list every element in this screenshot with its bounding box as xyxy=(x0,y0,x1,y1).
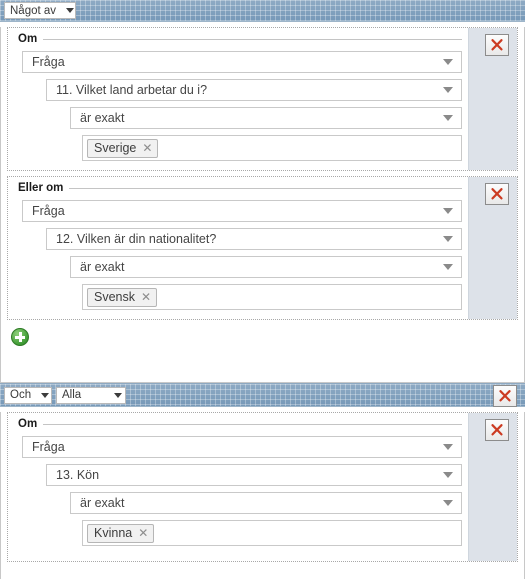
condition-group-om-1: Om Fråga 11. Vilket land arbetar du i? ä… xyxy=(7,27,518,171)
row-value-3: Kvinna ✕ xyxy=(82,520,462,546)
fieldset-legend-text: Om xyxy=(18,418,38,430)
value-input-3[interactable]: Kvinna ✕ xyxy=(82,520,462,546)
match-type-select-2-label: Alla xyxy=(62,389,82,401)
red-x-icon xyxy=(491,39,503,51)
value-chip-2[interactable]: Svensk ✕ xyxy=(87,287,158,307)
match-type-select-1-label: Något av xyxy=(10,4,57,17)
add-condition-row xyxy=(1,320,524,346)
row-operator-3: är exakt xyxy=(70,492,462,514)
caret-down-icon xyxy=(443,472,453,478)
row-operator-2: är exakt xyxy=(70,256,462,278)
remove-condition-button-3[interactable] xyxy=(485,419,509,441)
value-chip-2-label: Svensk xyxy=(94,289,135,304)
row-question-1: 11. Vilket land arbetar du i? xyxy=(46,79,462,101)
operator-select-3[interactable]: är exakt xyxy=(70,492,462,514)
question-type-select-1-label: Fråga xyxy=(32,55,65,69)
remove-condition-button-1[interactable] xyxy=(485,34,509,56)
value-chip-1-label: Sverige xyxy=(94,140,137,155)
question-type-select-2-label: Fråga xyxy=(32,204,65,218)
panel-2-header: Och Alla xyxy=(0,383,525,407)
chevron-down-icon xyxy=(114,392,122,398)
caret-down-icon xyxy=(443,208,453,214)
logic-operator-select-2[interactable]: Och xyxy=(4,386,52,404)
question-select-2-label: 12. Vilken är din nationalitet? xyxy=(56,232,217,246)
operator-select-1-label: är exakt xyxy=(80,111,125,125)
red-x-icon xyxy=(499,390,511,402)
fieldset-legend-text: Om xyxy=(18,33,38,45)
panel-2-body: Om Fråga 13. Kön är exakt Kvinna ✕ xyxy=(0,412,525,579)
value-input-1[interactable]: Sverige ✕ xyxy=(82,135,462,161)
condition-group-eller-om-1-main: Eller om Fråga 12. Vilken är din nationa… xyxy=(8,177,468,319)
fieldset-legend-text: Eller om xyxy=(18,182,64,194)
add-condition-button[interactable] xyxy=(11,328,29,346)
fieldset-legend-om-1: Om xyxy=(18,28,462,45)
operator-select-2-label: är exakt xyxy=(80,260,125,274)
value-chip-3-label: Kvinna xyxy=(94,525,133,540)
fieldset-eller-om-1: Eller om Fråga 12. Vilken är din nationa… xyxy=(18,177,462,310)
question-select-3[interactable]: 13. Kön xyxy=(46,464,462,486)
operator-select-2[interactable]: är exakt xyxy=(70,256,462,278)
condition-group-om-1-main: Om Fråga 11. Vilket land arbetar du i? ä… xyxy=(8,28,468,170)
row-question-3: 13. Kön xyxy=(46,464,462,486)
question-select-1-label: 11. Vilket land arbetar du i? xyxy=(56,83,208,97)
panel-1-header: Något av xyxy=(0,0,525,22)
caret-down-icon xyxy=(443,115,453,121)
operator-select-1[interactable]: är exakt xyxy=(70,107,462,129)
close-x-icon[interactable]: ✕ xyxy=(142,142,152,154)
fieldset-legend-eller-om-1: Eller om xyxy=(18,177,462,194)
caret-down-icon xyxy=(443,87,453,93)
operator-select-3-label: är exakt xyxy=(80,496,125,510)
row-question-type-1: Fråga xyxy=(22,51,462,73)
red-x-icon xyxy=(491,424,503,436)
green-plus-icon xyxy=(15,332,25,342)
condition-group-om-1-rail xyxy=(468,28,517,170)
match-type-select-1[interactable]: Något av xyxy=(4,2,76,19)
caret-down-icon xyxy=(443,236,453,242)
question-select-3-label: 13. Kön xyxy=(56,468,100,482)
value-chip-3[interactable]: Kvinna ✕ xyxy=(87,523,155,543)
legend-rule xyxy=(43,38,462,40)
logic-operator-select-2-label: Och xyxy=(10,389,32,401)
legend-rule xyxy=(43,423,462,425)
value-chip-1[interactable]: Sverige ✕ xyxy=(87,138,159,158)
condition-group-eller-om-1: Eller om Fråga 12. Vilken är din nationa… xyxy=(7,176,518,320)
row-question-2: 12. Vilken är din nationalitet? xyxy=(46,228,462,250)
question-select-1[interactable]: 11. Vilket land arbetar du i? xyxy=(46,79,462,101)
question-type-select-2[interactable]: Fråga xyxy=(22,200,462,222)
condition-group-om-2-rail xyxy=(468,413,517,561)
close-x-icon[interactable]: ✕ xyxy=(141,291,151,303)
close-x-icon[interactable]: ✕ xyxy=(138,527,148,539)
caret-down-icon xyxy=(443,500,453,506)
value-input-2[interactable]: Svensk ✕ xyxy=(82,284,462,310)
legend-rule xyxy=(69,187,462,189)
caret-down-icon xyxy=(443,264,453,270)
fieldset-om-2: Om Fråga 13. Kön är exakt Kvinna ✕ xyxy=(18,413,462,546)
question-type-select-3[interactable]: Fråga xyxy=(22,436,462,458)
question-type-select-1[interactable]: Fråga xyxy=(22,51,462,73)
remove-panel-button-2[interactable] xyxy=(493,385,517,407)
caret-down-icon xyxy=(443,444,453,450)
chevron-down-icon xyxy=(41,392,50,398)
row-value-2: Svensk ✕ xyxy=(82,284,462,310)
row-value-1: Sverige ✕ xyxy=(82,135,462,161)
remove-condition-button-2[interactable] xyxy=(485,183,509,205)
condition-group-om-2: Om Fråga 13. Kön är exakt Kvinna ✕ xyxy=(7,412,518,562)
row-question-type-3: Fråga xyxy=(22,436,462,458)
caret-down-icon xyxy=(443,59,453,65)
condition-group-eller-om-1-rail xyxy=(468,177,517,319)
condition-group-om-2-main: Om Fråga 13. Kön är exakt Kvinna ✕ xyxy=(8,413,468,561)
red-x-icon xyxy=(491,188,503,200)
match-type-select-2[interactable]: Alla xyxy=(56,386,126,404)
question-select-2[interactable]: 12. Vilken är din nationalitet? xyxy=(46,228,462,250)
row-operator-1: är exakt xyxy=(70,107,462,129)
fieldset-legend-om-2: Om xyxy=(18,413,462,430)
chevron-down-icon xyxy=(66,8,75,13)
question-type-select-3-label: Fråga xyxy=(32,440,65,454)
panel-1-body: Om Fråga 11. Vilket land arbetar du i? ä… xyxy=(0,27,525,383)
fieldset-om-1: Om Fråga 11. Vilket land arbetar du i? ä… xyxy=(18,28,462,161)
row-question-type-2: Fråga xyxy=(22,200,462,222)
